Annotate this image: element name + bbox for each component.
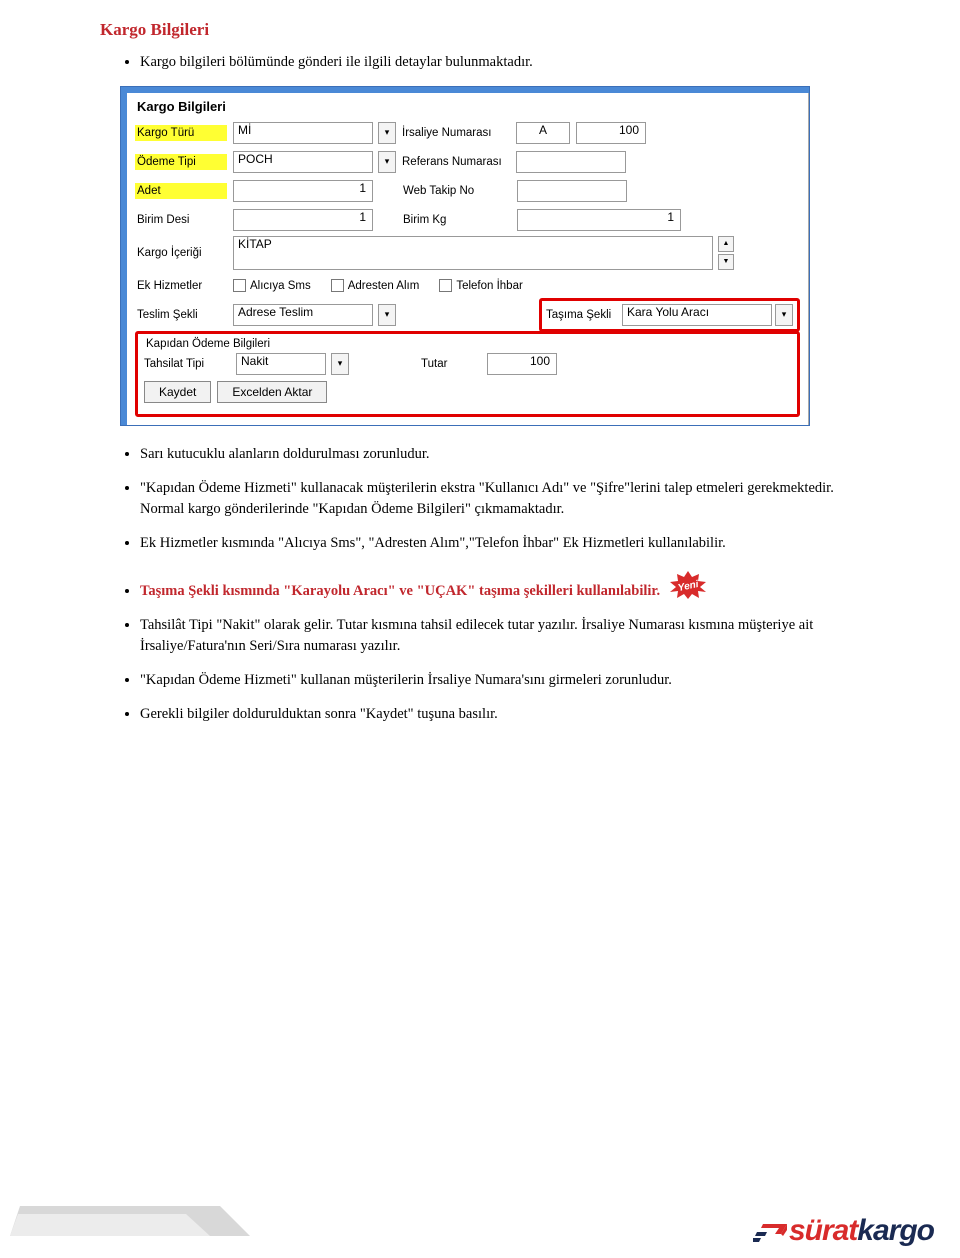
label-irsaliye-no: İrsaliye Numarası <box>402 127 510 139</box>
label-odeme-tipi: Ödeme Tipi <box>135 154 227 170</box>
label-kapidan-odeme: Kapıdan Ödeme Bilgileri <box>144 338 791 350</box>
chevron-down-icon[interactable]: ▾ <box>331 353 349 375</box>
kargo-bilgileri-panel: Kargo Bilgileri Kargo Türü Mİ ▾ İrsaliye… <box>120 86 810 426</box>
list-item: Taşıma Şekli kısmında "Karayolu Aracı" v… <box>140 567 880 603</box>
logo-text-navy: kargo <box>857 1214 934 1247</box>
chevron-down-icon[interactable]: ▾ <box>775 304 793 326</box>
birim-kg-input[interactable]: 1 <box>517 209 681 231</box>
notes-list: Sarı kutucuklu alanların doldurulması zo… <box>80 444 880 726</box>
label-adet: Adet <box>135 183 227 199</box>
spinner-icon[interactable]: ▲▼ <box>718 236 734 270</box>
kapidan-odeme-highlight-box: Taşıma Şekli Kara Yolu Aracı ▾ Kapıdan Ö… <box>135 331 800 417</box>
label-kargo-icerigi: Kargo İçeriği <box>135 245 227 261</box>
intro-list: Kargo bilgileri bölümünde gönderi ile il… <box>80 52 880 74</box>
tasima-sekli-highlight-box: Taşıma Şekli Kara Yolu Aracı ▾ <box>539 298 800 332</box>
teslim-sekli-select[interactable]: Adrese Teslim <box>233 304 373 326</box>
referans-no-input[interactable] <box>516 151 626 173</box>
yeni-badge-icon: Yeni <box>668 571 708 599</box>
red-text: Taşıma Şekli kısmında "Karayolu Aracı" v… <box>140 583 660 599</box>
list-item: Tahsilât Tipi "Nakit" olarak gelir. Tuta… <box>140 615 880 659</box>
irsaliye-seri-input[interactable]: A <box>516 122 570 144</box>
page-footer: süratkargo <box>0 1178 960 1258</box>
footer-decoration-icon <box>10 1206 250 1236</box>
label-ek-hizmetler: Ek Hizmetler <box>135 278 227 294</box>
suratkargo-logo: süratkargo <box>753 1214 934 1248</box>
label-tutar: Tutar <box>421 358 481 370</box>
label-teslim-sekli: Teslim Şekli <box>135 307 227 323</box>
panel-title: Kargo Bilgileri <box>135 97 800 120</box>
tasima-sekli-select[interactable]: Kara Yolu Aracı <box>622 304 772 326</box>
adresten-alim-checkbox[interactable] <box>331 279 344 292</box>
logo-arrow-icon <box>753 1216 787 1250</box>
web-takip-input[interactable] <box>517 180 627 202</box>
kaydet-button[interactable]: Kaydet <box>144 381 211 403</box>
logo-text-red: sürat <box>789 1214 857 1247</box>
label-birim-desi: Birim Desi <box>135 212 227 228</box>
chevron-down-icon[interactable]: ▾ <box>378 122 396 144</box>
label-kargo-turu: Kargo Türü <box>135 125 227 141</box>
telefon-ihbar-label: Telefon İhbar <box>456 280 523 292</box>
adresten-alim-label: Adresten Alım <box>348 280 420 292</box>
list-item: "Kapıdan Ödeme Hizmeti" kullanacak müşte… <box>140 478 880 522</box>
kargo-turu-select[interactable]: Mİ <box>233 122 373 144</box>
kargo-icerigi-textarea[interactable]: KİTAP <box>233 236 713 270</box>
list-item: Ek Hizmetler kısmında "Alıcıya Sms", "Ad… <box>140 533 880 555</box>
list-item: Kargo bilgileri bölümünde gönderi ile il… <box>140 52 880 74</box>
label-birim-kg: Birim Kg <box>403 214 511 226</box>
list-item: "Kapıdan Ödeme Hizmeti" kullanan müşteri… <box>140 670 880 692</box>
aliciya-sms-checkbox[interactable] <box>233 279 246 292</box>
tahsilat-tipi-select[interactable]: Nakit <box>236 353 326 375</box>
telefon-ihbar-checkbox[interactable] <box>439 279 452 292</box>
label-tahsilat-tipi: Tahsilat Tipi <box>144 358 230 370</box>
aliciya-sms-label: Alıcıya Sms <box>250 280 311 292</box>
label-tasima-sekli: Taşıma Şekli <box>546 309 618 321</box>
irsaliye-no-input[interactable]: 100 <box>576 122 646 144</box>
chevron-down-icon[interactable]: ▾ <box>378 151 396 173</box>
label-referans-no: Referans Numarası <box>402 156 510 168</box>
list-item: Sarı kutucuklu alanların doldurulması zo… <box>140 444 880 466</box>
excelden-aktar-button[interactable]: Excelden Aktar <box>217 381 327 403</box>
chevron-down-icon[interactable]: ▾ <box>378 304 396 326</box>
adet-input[interactable]: 1 <box>233 180 373 202</box>
odeme-tipi-select[interactable]: POCH <box>233 151 373 173</box>
tutar-input[interactable]: 100 <box>487 353 557 375</box>
birim-desi-input[interactable]: 1 <box>233 209 373 231</box>
section-title: Kargo Bilgileri <box>100 20 880 40</box>
list-item: Gerekli bilgiler doldurulduktan sonra "K… <box>140 704 880 726</box>
label-web-takip: Web Takip No <box>403 185 511 197</box>
